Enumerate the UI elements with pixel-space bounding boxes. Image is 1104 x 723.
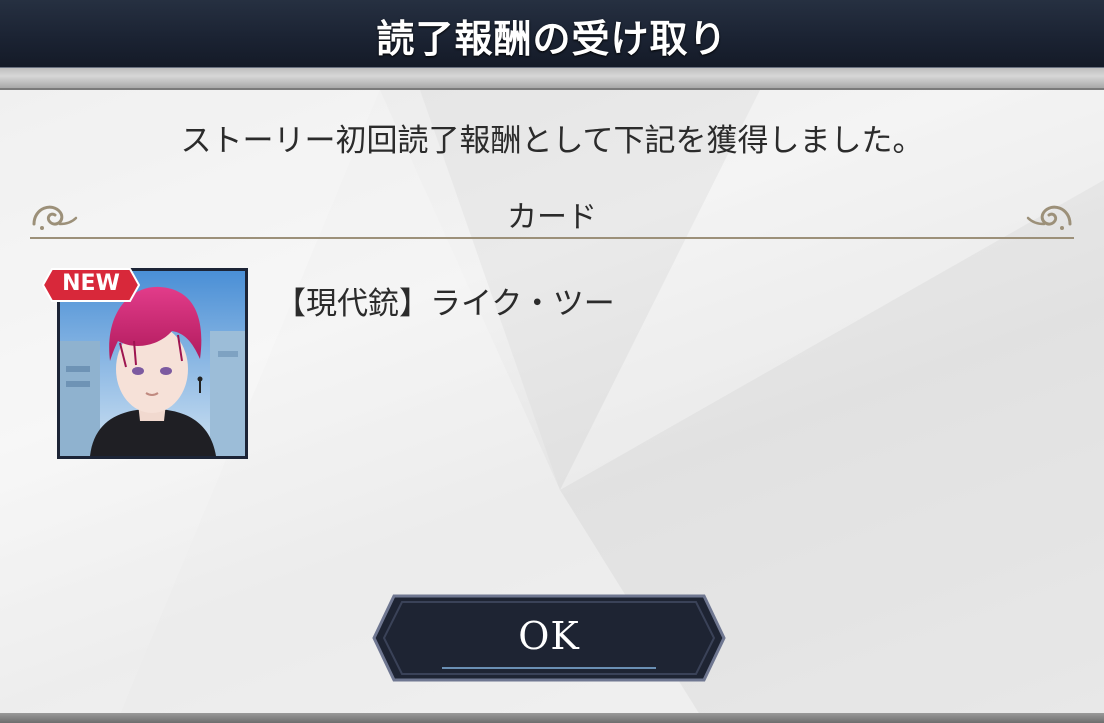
new-badge-label: NEW xyxy=(62,271,120,296)
title-divider xyxy=(0,68,1104,90)
new-badge: NEW xyxy=(42,267,140,303)
section-label: カード xyxy=(507,200,597,235)
reward-dialog: 読了報酬の受け取り ストーリー初回読了報酬として下記を獲得しました。 カード N… xyxy=(0,0,1104,723)
section-divider-line xyxy=(30,237,1074,239)
dialog-titlebar: 読了報酬の受け取り xyxy=(0,0,1104,68)
dialog-title: 読了報酬の受け取り xyxy=(376,17,728,61)
bottom-rim xyxy=(0,713,1104,723)
right-ornament-icon xyxy=(1026,205,1072,230)
section-header-card: カード xyxy=(30,190,1074,242)
reward-card-name: 【現代銃】ライク・ツー xyxy=(275,286,615,322)
ok-button-label: OK xyxy=(518,614,580,658)
reward-message: ストーリー初回読了報酬として下記を獲得しました。 xyxy=(180,123,924,159)
ok-button[interactable]: OK xyxy=(372,592,726,684)
